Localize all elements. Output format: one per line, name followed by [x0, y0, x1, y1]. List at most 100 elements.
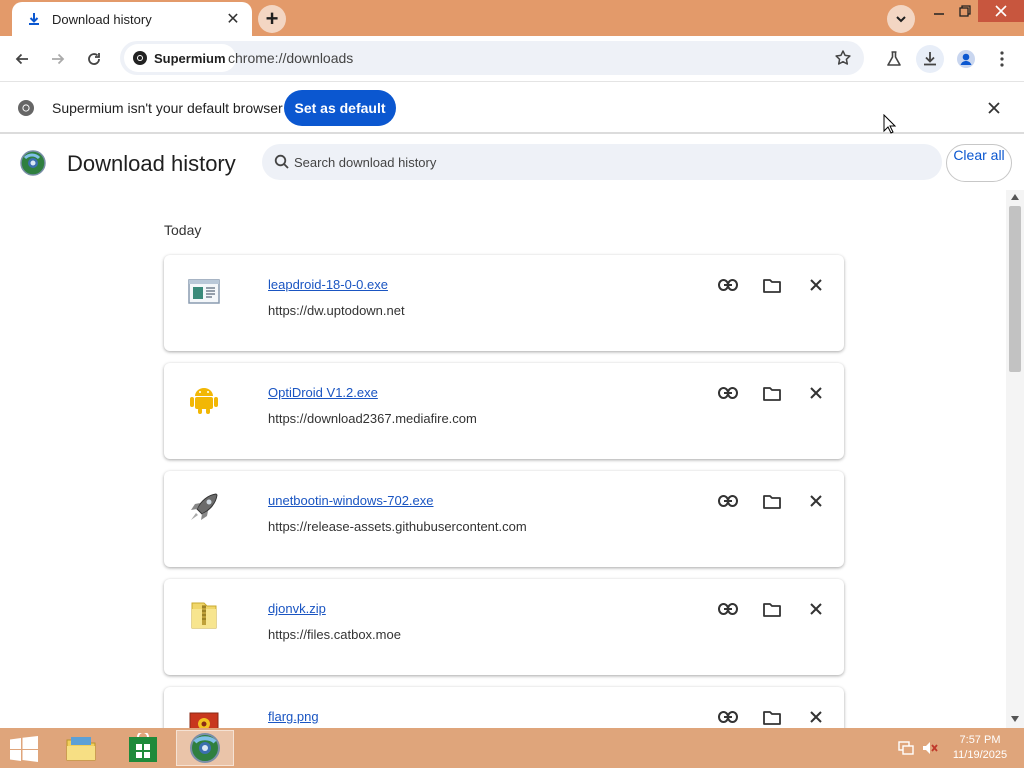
menu-button[interactable]: [988, 45, 1016, 73]
remove-item-button[interactable]: [802, 595, 830, 623]
download-icon: [26, 11, 42, 27]
new-tab-button[interactable]: +: [258, 5, 286, 33]
site-info-chip[interactable]: Supermium: [124, 44, 236, 72]
star-icon: [835, 50, 851, 65]
reload-button[interactable]: [80, 45, 108, 73]
avatar-icon: [957, 50, 975, 68]
copy-link-button[interactable]: [714, 595, 742, 623]
supermium-browser-icon: [190, 733, 220, 763]
network-icon[interactable]: [898, 740, 914, 756]
close-icon: [988, 102, 1000, 114]
search-input[interactable]: [294, 144, 894, 180]
browser-toolbar: Supermium chrome://downloads: [0, 36, 1024, 82]
folder-icon: [763, 710, 781, 725]
tab-download-history[interactable]: Download history ✕: [12, 2, 252, 36]
taskbar-store[interactable]: [120, 730, 166, 766]
restore-icon: [959, 5, 971, 17]
page-title: Download history: [67, 151, 236, 176]
remove-item-button[interactable]: [802, 271, 830, 299]
search-downloads: [262, 144, 942, 180]
file-name-link[interactable]: djonvk.zip: [268, 601, 326, 616]
minimize-icon: [934, 13, 944, 15]
close-icon: [810, 711, 822, 723]
infobar-close-button[interactable]: [988, 98, 1000, 119]
labs-button[interactable]: [880, 45, 908, 73]
minimize-button[interactable]: [926, 0, 952, 22]
search-icon: [274, 154, 289, 169]
tab-close-button[interactable]: ✕: [224, 10, 242, 28]
store-icon: [129, 733, 157, 762]
installer-window-icon: [188, 279, 220, 304]
link-icon: [718, 711, 738, 723]
window-close-button[interactable]: [978, 0, 1024, 22]
copy-link-button[interactable]: [714, 487, 742, 515]
file-name-link[interactable]: OptiDroid V1.2.exe: [268, 385, 378, 400]
remove-item-button[interactable]: [802, 379, 830, 407]
scroll-down-arrow[interactable]: [1011, 716, 1019, 722]
mouse-cursor-icon: [883, 114, 897, 134]
scroll-up-arrow[interactable]: [1011, 194, 1019, 200]
windows-taskbar: 7:57 PM 11/19/2025: [0, 728, 1024, 768]
arrow-right-icon: [52, 53, 65, 65]
file-source-url[interactable]: https://download2367.mediafire.com: [268, 411, 477, 426]
vertical-scrollbar[interactable]: [1006, 190, 1024, 728]
more-vert-icon: [1000, 51, 1004, 67]
restore-button[interactable]: [952, 0, 978, 22]
folder-icon: [763, 602, 781, 617]
rocket-icon: [191, 493, 218, 520]
folder-icon: [763, 386, 781, 401]
show-in-folder-button[interactable]: [758, 379, 786, 407]
file-source-url[interactable]: https://release-assets.githubusercontent…: [268, 519, 527, 534]
clear-all-button[interactable]: Clear all: [946, 144, 1012, 182]
chip-label: Supermium: [154, 50, 226, 66]
windows-start-button[interactable]: [10, 736, 38, 762]
taskbar-browser[interactable]: [176, 730, 234, 766]
reload-icon: [88, 53, 100, 65]
set-as-default-button[interactable]: Set as default: [284, 90, 396, 126]
link-icon: [718, 387, 738, 399]
show-in-folder-button[interactable]: [758, 595, 786, 623]
download-item: djonvk.zip https://files.catbox.moe: [164, 579, 844, 675]
download-icon: [924, 52, 936, 66]
file-name-link[interactable]: unetbootin-windows-702.exe: [268, 493, 434, 508]
flask-icon: [887, 51, 901, 66]
downloads-button[interactable]: [916, 45, 944, 73]
close-icon: [810, 279, 822, 291]
taskbar-file-explorer[interactable]: [58, 730, 104, 766]
downloads-list: Today leapdroid-18-0-0.exe https://dw.up…: [0, 190, 1006, 728]
bookmark-star-button[interactable]: [834, 49, 852, 72]
file-source-url[interactable]: https://dw.uptodown.net: [268, 303, 405, 318]
remove-item-button[interactable]: [802, 703, 830, 728]
copy-link-button[interactable]: [714, 703, 742, 728]
show-in-folder-button[interactable]: [758, 271, 786, 299]
download-item: leapdroid-18-0-0.exe https://dw.uptodown…: [164, 255, 844, 351]
remove-item-button[interactable]: [802, 487, 830, 515]
file-name-link[interactable]: leapdroid-18-0-0.exe: [268, 277, 388, 292]
profile-button[interactable]: [952, 45, 980, 73]
link-icon: [718, 603, 738, 615]
show-in-folder-button[interactable]: [758, 487, 786, 515]
title-bar: Download history ✕ +: [0, 0, 1024, 36]
file-name-link[interactable]: flarg.png: [268, 709, 319, 724]
infobar-message: Supermium isn't your default browser: [52, 100, 283, 116]
copy-link-button[interactable]: [714, 379, 742, 407]
tab-title: Download history: [52, 11, 152, 27]
forward-button[interactable]: [44, 45, 72, 73]
android-icon: [190, 388, 218, 414]
close-icon: [810, 387, 822, 399]
close-icon: [995, 5, 1007, 17]
show-in-folder-button[interactable]: [758, 703, 786, 728]
folder-icon: [763, 494, 781, 509]
address-bar[interactable]: Supermium chrome://downloads: [120, 41, 864, 75]
volume-muted-icon[interactable]: [922, 740, 938, 756]
zip-folder-icon: [191, 602, 217, 629]
default-browser-infobar: Supermium isn't your default browser Set…: [0, 82, 1024, 134]
tab-search-button[interactable]: [887, 5, 915, 33]
file-source-url[interactable]: https://files.catbox.moe: [268, 627, 401, 642]
system-clock[interactable]: 7:57 PM 11/19/2025: [948, 733, 1012, 763]
copy-link-button[interactable]: [714, 271, 742, 299]
scroll-thumb[interactable]: [1009, 206, 1021, 372]
clock-date: 11/19/2025: [952, 749, 1008, 761]
url-text: chrome://downloads: [228, 50, 354, 66]
back-button[interactable]: [8, 45, 36, 73]
